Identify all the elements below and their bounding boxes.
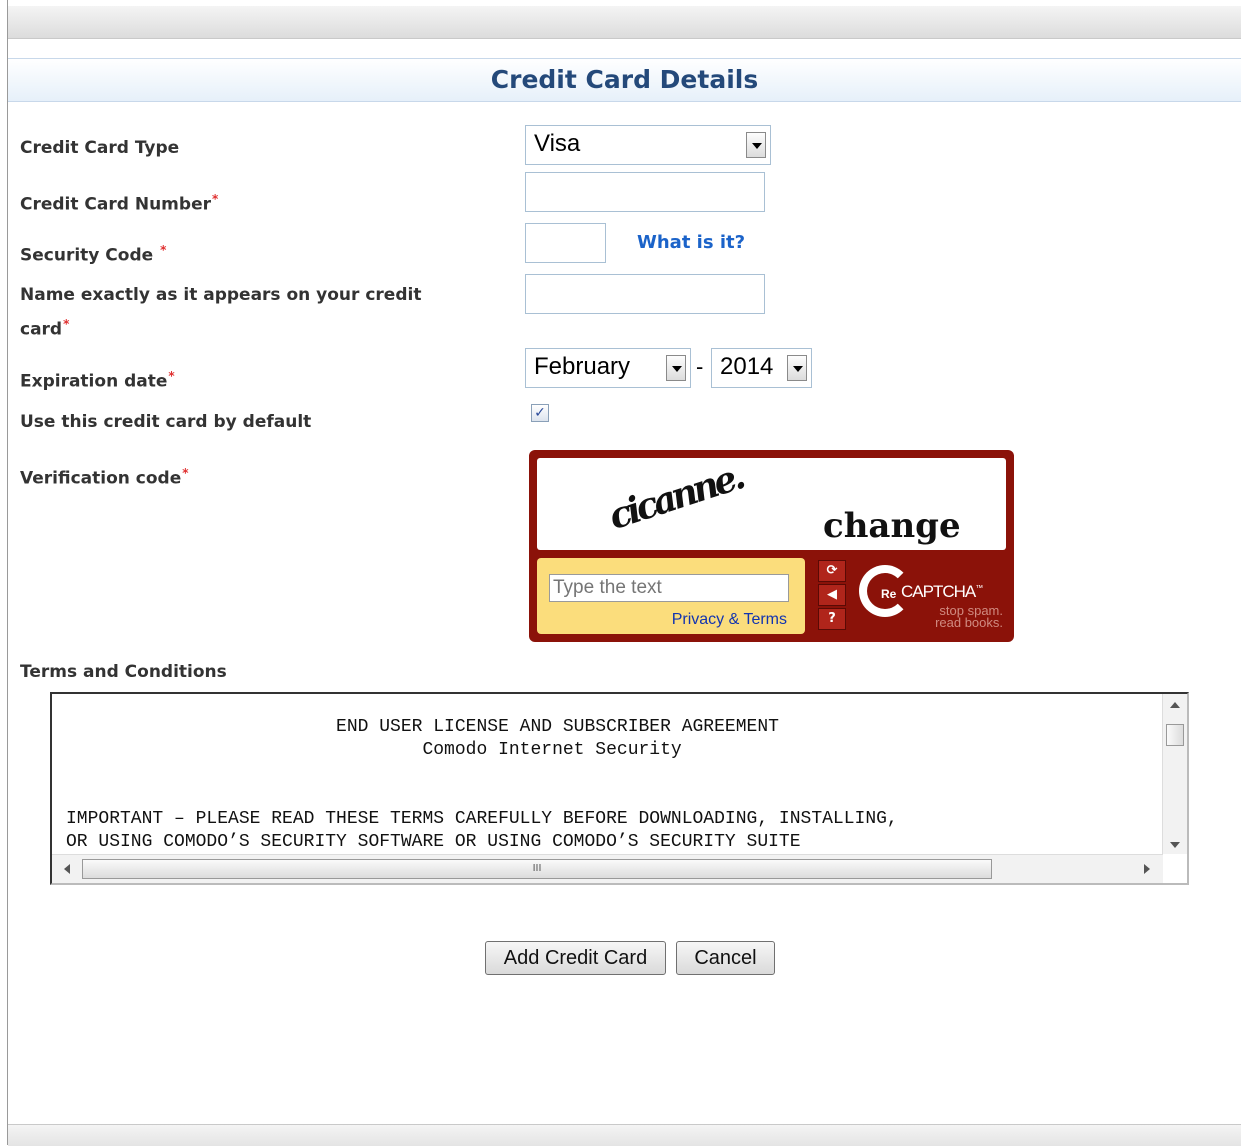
expiration-year-value: 2014 <box>720 353 774 380</box>
scroll-up-icon[interactable] <box>1170 702 1180 708</box>
required-asterisk: * <box>168 369 175 383</box>
trademark-mark: ™ <box>975 583 983 593</box>
scroll-right-icon[interactable] <box>1144 864 1150 874</box>
audio-icon[interactable]: ◀ <box>818 584 846 606</box>
card-number-label: Credit Card Number* <box>20 185 218 220</box>
required-asterisk: * <box>63 317 70 331</box>
window-titlebar <box>8 6 1241 39</box>
default-card-checkbox[interactable]: ✓ <box>531 404 549 422</box>
captcha-word: change <box>823 506 961 546</box>
security-code-label-text: Security Code <box>20 245 154 266</box>
recaptcha-widget: cicanne. change Privacy & Terms ⟳ ◀ ? Re… <box>529 450 1014 642</box>
chevron-down-icon[interactable] <box>746 132 766 158</box>
what-is-it-link[interactable]: What is it? <box>637 232 745 253</box>
verification-label-text: Verification code <box>20 468 182 489</box>
recaptcha-name-text: CAPTCHA <box>901 582 976 601</box>
expiration-label-text: Expiration date <box>20 371 168 392</box>
default-card-label-text: Use this credit card by default <box>20 412 312 432</box>
chevron-down-icon[interactable] <box>666 355 686 381</box>
required-asterisk: * <box>160 243 167 257</box>
captcha-input-area: Privacy & Terms <box>537 558 805 634</box>
add-credit-card-button[interactable]: Add Credit Card <box>485 941 666 975</box>
horizontal-scrollbar[interactable]: III <box>52 854 1163 883</box>
required-asterisk: * <box>211 192 219 206</box>
expiration-separator: - <box>696 354 704 379</box>
chevron-down-icon[interactable] <box>787 355 807 381</box>
terms-label: Terms and Conditions <box>20 658 227 687</box>
expiration-month-value: February <box>534 353 631 380</box>
cancel-button[interactable]: Cancel <box>676 941 775 975</box>
recaptcha-logo-name: CAPTCHA™ <box>901 582 983 602</box>
expiration-year-select[interactable]: 2014 <box>711 348 812 388</box>
window-statusbar <box>8 1124 1241 1146</box>
card-type-value: Visa <box>534 130 581 157</box>
expiration-label: Expiration date* <box>20 362 175 397</box>
card-type-label: Credit Card Type <box>20 134 179 163</box>
required-asterisk: * <box>182 466 189 480</box>
page-title: Credit Card Details <box>490 65 759 94</box>
captcha-response-input[interactable] <box>549 574 789 602</box>
vertical-scrollbar[interactable] <box>1162 694 1187 854</box>
name-label-line1: Name exactly as it appears on your credi… <box>20 285 422 305</box>
card-number-input[interactable] <box>525 172 765 212</box>
terms-content: END USER LICENSE AND SUBSCRIBER AGREEMEN… <box>66 717 898 852</box>
recaptcha-logo: Re CAPTCHA™ stop spam. read books. <box>859 565 1009 635</box>
security-code-label: Security Code * <box>20 236 166 271</box>
cardholder-name-input[interactable] <box>525 274 765 314</box>
refresh-icon[interactable]: ⟳ <box>818 560 846 582</box>
vertical-scroll-thumb[interactable] <box>1166 724 1184 746</box>
card-number-label-text: Credit Card Number <box>20 194 211 215</box>
scroll-down-icon[interactable] <box>1170 842 1180 848</box>
window-border <box>7 0 8 1145</box>
help-icon[interactable]: ? <box>818 608 846 630</box>
captcha-controls: ⟳ ◀ ? <box>818 560 848 632</box>
card-type-select[interactable]: Visa <box>525 125 771 165</box>
horizontal-scroll-thumb[interactable]: III <box>82 859 992 879</box>
name-label-line2: card <box>20 319 63 340</box>
captcha-word-distorted: cicanne. <box>603 455 747 539</box>
terms-textarea[interactable]: END USER LICENSE AND SUBSCRIBER AGREEMEN… <box>50 692 1189 885</box>
page-header: Credit Card Details <box>8 58 1241 102</box>
terms-label-text: Terms and Conditions <box>20 662 227 682</box>
tagline-line2: read books. <box>935 615 1003 630</box>
security-code-input[interactable] <box>525 223 606 263</box>
captcha-image: cicanne. change <box>537 455 1006 550</box>
default-card-label: Use this credit card by default <box>20 408 311 437</box>
expiration-month-select[interactable]: February <box>525 348 691 388</box>
verification-label: Verification code* <box>20 459 189 494</box>
card-type-label-text: Credit Card Type <box>20 138 180 158</box>
recaptcha-logo-re: Re <box>881 587 897 601</box>
recaptcha-tagline: stop spam. read books. <box>919 604 1003 630</box>
privacy-terms-link[interactable]: Privacy & Terms <box>672 611 787 629</box>
scroll-left-icon[interactable] <box>64 864 70 874</box>
name-label: Name exactly as it appears on your credi… <box>20 281 421 345</box>
